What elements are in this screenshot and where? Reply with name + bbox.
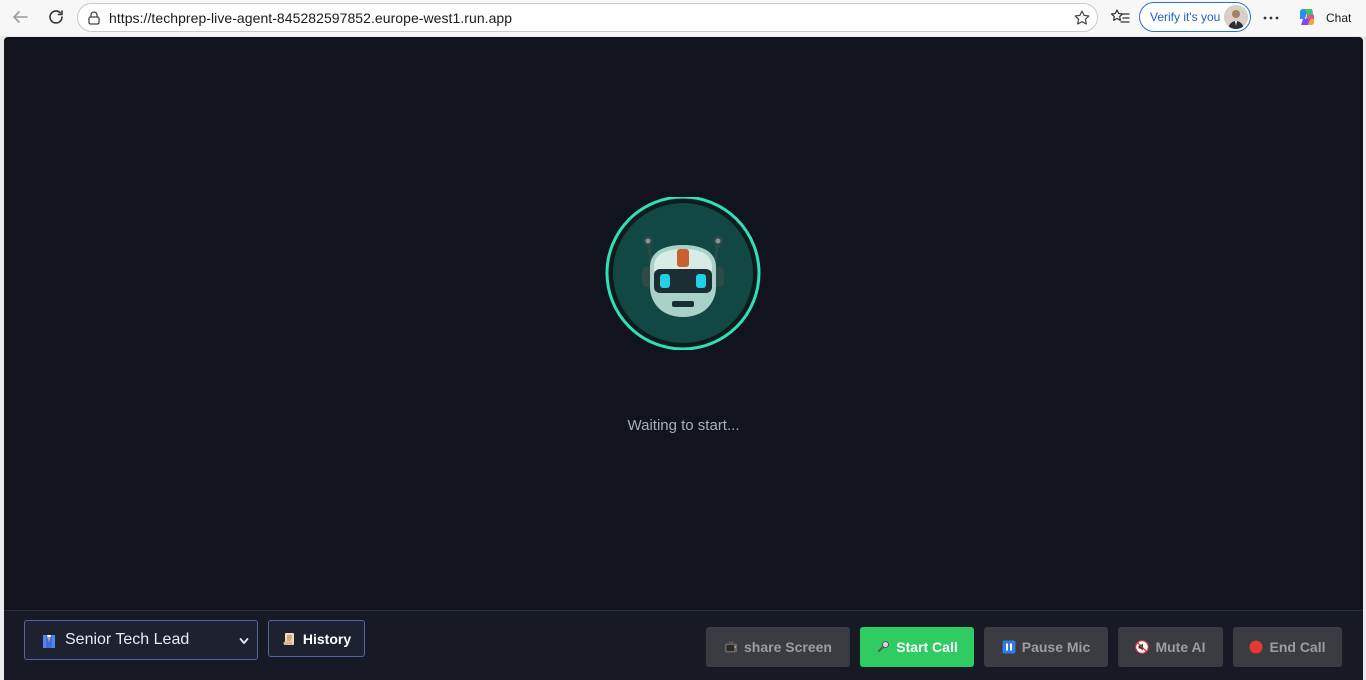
end-call-button[interactable]: End Call: [1233, 627, 1342, 667]
control-bar: Senior Tech Lead History share Screen St…: [4, 610, 1363, 680]
history-label: History: [302, 630, 352, 647]
end-call-label: End Call: [1269, 639, 1326, 655]
person-in-suit-icon: [43, 635, 55, 648]
microphone-icon: [878, 641, 890, 653]
history-button[interactable]: History: [268, 620, 365, 657]
address-bar[interactable]: https://techprep-live-agent-845282597852…: [77, 3, 1098, 32]
more-options-icon[interactable]: [1260, 7, 1282, 29]
red-circle-icon: [1249, 640, 1263, 654]
tv-icon: [725, 640, 738, 653]
ai-avatar: [604, 195, 762, 351]
share-screen-label: share Screen: [744, 639, 832, 655]
favorites-icon[interactable]: [1109, 5, 1131, 29]
reload-button[interactable]: [42, 3, 70, 31]
persona-select[interactable]: Senior Tech Lead: [24, 620, 258, 660]
verify-identity-button[interactable]: Verify it's you: [1139, 2, 1251, 32]
chat-label: Chat: [1326, 11, 1352, 25]
chevron-down-icon: [239, 638, 249, 644]
mute-ai-label: Mute AI: [1155, 639, 1206, 655]
url-text: https://techprep-live-agent-845282597852…: [109, 10, 513, 26]
arrow-left-icon: [13, 11, 28, 23]
reload-icon: [49, 10, 63, 24]
verify-label: Verify it's you: [1150, 10, 1221, 24]
copilot-chat-button[interactable]: Chat: [1292, 3, 1362, 31]
copilot-icon: [1300, 9, 1314, 25]
avatar: [1224, 5, 1248, 29]
pause-mic-button[interactable]: Pause Mic: [984, 627, 1108, 667]
star-icon[interactable]: [1073, 9, 1091, 27]
scroll-icon: [283, 632, 294, 645]
share-screen-button[interactable]: share Screen: [706, 627, 850, 667]
start-call-label: Start Call: [896, 639, 958, 655]
call-status-text: Waiting to start...: [627, 417, 740, 434]
start-call-button[interactable]: Start Call: [860, 627, 974, 667]
pause-icon: [1002, 640, 1016, 654]
mute-ai-button[interactable]: Mute AI: [1118, 627, 1223, 667]
pause-mic-label: Pause Mic: [1021, 639, 1091, 655]
lock-icon: [88, 11, 100, 25]
back-button[interactable]: [6, 3, 34, 31]
muted-speaker-icon: [1135, 640, 1150, 654]
robot-icon: [605, 195, 761, 351]
persona-selected-label: Senior Tech Lead: [65, 631, 190, 648]
browser-toolbar: https://techprep-live-agent-845282597852…: [0, 0, 1366, 36]
app-viewport: Waiting to start... Senior Tech Lead His…: [4, 37, 1363, 680]
